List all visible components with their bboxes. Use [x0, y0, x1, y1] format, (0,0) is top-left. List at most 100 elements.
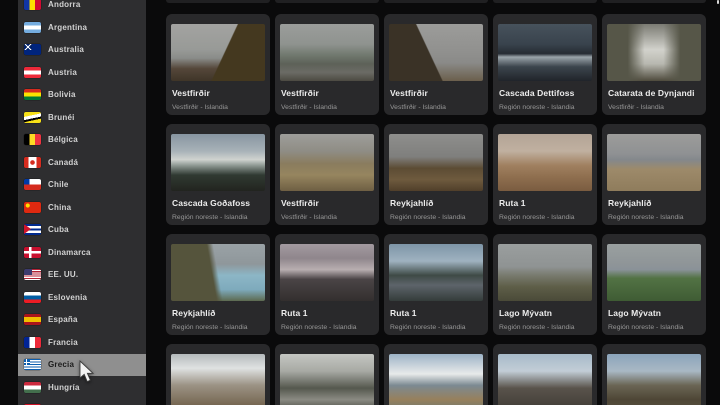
country-flag-icon — [24, 89, 41, 100]
card-subtitle: Región noreste - Islandia — [281, 324, 373, 331]
country-label: Francia — [48, 338, 78, 347]
country-label: China — [48, 203, 71, 212]
country-flag-icon — [24, 314, 41, 325]
country-label: Dinamarca — [48, 248, 91, 257]
photo-card[interactable]: Vestfirðir Vestfirðir - Islandia — [166, 14, 270, 115]
photo-card[interactable] — [384, 344, 488, 405]
card-subtitle: Región noreste - Islandia — [608, 214, 700, 221]
card-thumbnail — [498, 134, 592, 191]
sidebar-item-country[interactable]: Francia — [18, 331, 146, 354]
photo-card[interactable] — [493, 344, 597, 405]
card-thumbnail — [389, 354, 483, 405]
card-thumbnail — [280, 354, 374, 405]
photo-card[interactable] — [275, 344, 379, 405]
sidebar-item-country[interactable]: Cuba — [18, 219, 146, 242]
photo-card[interactable] — [166, 344, 270, 405]
sidebar-item-country[interactable]: Argentina — [18, 16, 146, 39]
photo-card[interactable]: Lago Mývatn Región noreste - Islandia — [493, 234, 597, 335]
card-subtitle: Región noreste - Islandia — [499, 104, 591, 111]
card-title: Reykjahlíð — [608, 198, 700, 208]
card-title: Catarata de Dynjandi — [608, 88, 700, 98]
card-subtitle: Región noreste - Islandia — [499, 324, 591, 331]
photo-card[interactable]: Vestfirðir Vestfirðir - Islandia — [275, 124, 379, 225]
card-title: Ruta 1 — [390, 308, 482, 318]
app-window: Andorra Argentina Australia Austria — [0, 0, 720, 405]
card-title: Lago Mývatn — [608, 308, 700, 318]
card-thumbnail — [607, 354, 701, 405]
card-subtitle: Región noreste - Islandia — [390, 214, 482, 221]
card-subtitle: Región noreste - Islandia — [172, 214, 264, 221]
card-thumbnail — [171, 244, 265, 301]
sidebar-item-country[interactable]: China — [18, 196, 146, 219]
sidebar-item-country[interactable]: Austria — [18, 61, 146, 84]
sidebar-item-country[interactable]: Andorra — [18, 0, 146, 16]
country-label: Chile — [48, 180, 69, 189]
country-label: Bélgica — [48, 135, 78, 144]
sidebar-item-country[interactable]: EE. UU. — [18, 264, 146, 287]
photo-card[interactable]: Vestfirðir Vestfirðir - Islandia — [275, 14, 379, 115]
photo-card[interactable]: Vestfirðir Vestfirðir - Islandia — [384, 14, 488, 115]
scrolled-card-row-remnant — [166, 0, 720, 3]
country-label: Hungría — [48, 383, 80, 392]
country-label: España — [48, 315, 78, 324]
card-thumbnail — [607, 134, 701, 191]
card-thumbnail — [280, 244, 374, 301]
photo-card[interactable]: Ruta 1 Región noreste - Islandia — [493, 124, 597, 225]
card-sliver — [493, 0, 597, 3]
sidebar-item-country[interactable]: Hungría — [18, 376, 146, 399]
card-thumbnail — [389, 134, 483, 191]
sidebar-item-country[interactable]: Brunéi — [18, 106, 146, 129]
card-subtitle: Vestfirðir - Islandia — [608, 104, 700, 111]
scrollbar-thumb[interactable] — [717, 0, 719, 4]
card-title: Cascada Dettifoss — [499, 88, 591, 98]
sidebar-item-country[interactable]: Australia — [18, 39, 146, 62]
photo-card[interactable]: Lago Mývatn Región noreste - Islandia — [602, 234, 706, 335]
photo-card[interactable]: Reykjahlíð Región noreste - Islandia — [166, 234, 270, 335]
sidebar-item-country[interactable]: Bolivia — [18, 84, 146, 107]
photo-card[interactable]: Cascada Goðafoss Región noreste - Island… — [166, 124, 270, 225]
sidebar-item-country[interactable]: Dinamarca — [18, 241, 146, 264]
card-sliver — [166, 0, 270, 3]
sidebar-item-country[interactable]: Grecia — [18, 354, 146, 377]
photo-grid-row: Vestfirðir Vestfirðir - Islandia Vestfir… — [166, 14, 720, 115]
card-title: Reykjahlíð — [172, 308, 264, 318]
country-label: Australia — [48, 45, 84, 54]
sidebar-item-country[interactable]: Eslovenia — [18, 286, 146, 309]
card-title: Ruta 1 — [499, 198, 591, 208]
country-sidebar: Andorra Argentina Australia Austria — [18, 0, 146, 405]
photo-grid-row: Cascada Goðafoss Región noreste - Island… — [166, 124, 720, 225]
country-flag-icon — [24, 359, 41, 370]
card-subtitle: Vestfirðir - Islandia — [281, 104, 373, 111]
sidebar-item-country[interactable] — [18, 399, 146, 405]
card-thumbnail — [280, 24, 374, 81]
country-label: Eslovenia — [48, 293, 87, 302]
country-flag-icon — [24, 157, 41, 168]
sidebar-item-country[interactable]: Canadá — [18, 151, 146, 174]
photo-card[interactable]: Ruta 1 Región noreste - Islandia — [275, 234, 379, 335]
card-thumbnail — [171, 24, 265, 81]
card-sliver — [602, 0, 706, 3]
card-title: Lago Mývatn — [499, 308, 591, 318]
country-flag-icon — [24, 67, 41, 78]
country-label: Andorra — [48, 0, 81, 9]
card-title: Vestfirðir — [390, 88, 482, 98]
card-title: Vestfirðir — [281, 198, 373, 208]
sidebar-item-country[interactable]: Bélgica — [18, 129, 146, 152]
photo-card[interactable]: Cascada Dettifoss Región noreste - Islan… — [493, 14, 597, 115]
photo-card[interactable]: Reykjahlíð Región noreste - Islandia — [602, 124, 706, 225]
sidebar-item-country[interactable]: Chile — [18, 174, 146, 197]
card-thumbnail — [498, 354, 592, 405]
card-subtitle: Región noreste - Islandia — [608, 324, 700, 331]
photo-card[interactable]: Reykjahlíð Región noreste - Islandia — [384, 124, 488, 225]
country-flag-icon — [24, 112, 41, 123]
photo-card[interactable]: Catarata de Dynjandi Vestfirðir - Island… — [602, 14, 706, 115]
country-label: Argentina — [48, 23, 87, 32]
photo-grid-row: Reykjahlíð Región noreste - Islandia Rut… — [166, 234, 720, 335]
photo-grid: Vestfirðir Vestfirðir - Islandia Vestfir… — [166, 14, 720, 405]
sidebar-item-country[interactable]: España — [18, 309, 146, 332]
photo-card[interactable]: Ruta 1 Región noreste - Islandia — [384, 234, 488, 335]
card-thumbnail — [389, 244, 483, 301]
photo-card[interactable] — [602, 344, 706, 405]
card-thumbnail — [607, 244, 701, 301]
card-thumbnail — [171, 134, 265, 191]
